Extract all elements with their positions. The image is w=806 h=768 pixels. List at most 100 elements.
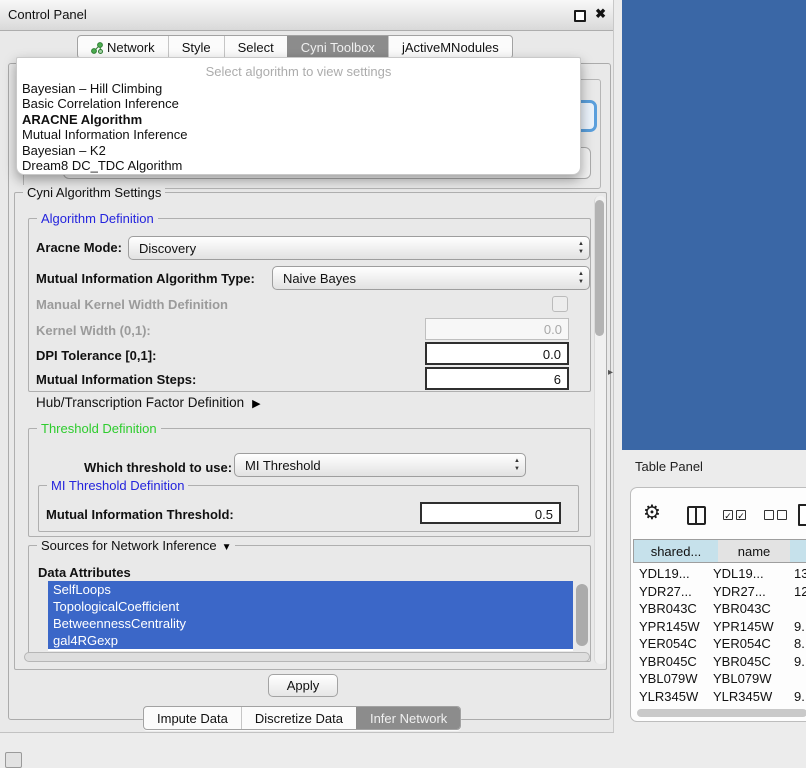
table-row[interactable]: YER054C YER054C 8. [631, 635, 806, 653]
algorithm-option[interactable]: Bayesian – K2 [17, 143, 580, 158]
hub-definition-expander[interactable]: Hub/Transcription Factor Definition ▶ [36, 395, 261, 410]
table-row[interactable]: YDR27... YDR27... 12 [631, 583, 806, 601]
kernel-width-label: Kernel Width (0,1): [36, 323, 151, 338]
table-cell: 13 [794, 566, 806, 581]
settings-hscrollbar-thumb[interactable] [24, 652, 590, 662]
which-threshold-select[interactable]: MI Threshold ▲▼ [234, 453, 526, 477]
table-cell: YER054C [639, 636, 697, 651]
data-attribute-item[interactable]: SelfLoops [48, 581, 573, 598]
panel-splitter-arrow[interactable]: ▸ [608, 367, 613, 378]
data-attribute-item[interactable]: gal4RGexp [48, 632, 573, 649]
checkbox-unchecked-icon [777, 510, 787, 520]
table-cell: YLR345W [639, 689, 698, 704]
which-threshold-label: Which threshold to use: [84, 460, 232, 475]
mi-type-label: Mutual Information Algorithm Type: [36, 271, 255, 286]
control-panel-titlebar: Control Panel ✖ [0, 0, 613, 31]
which-threshold-value: MI Threshold [245, 458, 321, 473]
table-row[interactable]: YDL19... YDL19... 13 [631, 565, 806, 583]
page-icon[interactable] [798, 504, 806, 526]
column-header-shared[interactable]: shared... [633, 539, 719, 563]
table-cell: YPR145W [639, 619, 700, 634]
table-cell: YER054C [713, 636, 771, 651]
tab-network[interactable]: Network [78, 36, 168, 58]
sources-legend[interactable]: Sources for Network Inference▼ [37, 538, 235, 553]
control-panel: Control Panel ✖ Network Style Select Cyn… [0, 0, 614, 733]
mi-steps-field[interactable]: 6 [425, 367, 569, 390]
table-panel-title: Table Panel [635, 459, 703, 474]
kernel-width-field[interactable]: 0.0 [425, 318, 569, 340]
tab-impute-data[interactable]: Impute Data [144, 707, 241, 729]
mi-type-select[interactable]: Naive Bayes ▲▼ [272, 266, 590, 290]
table-cell: 12 [794, 584, 806, 599]
algorithm-options: Bayesian – Hill ClimbingBasic Correlatio… [17, 81, 580, 173]
collapse-right-icon: ▶ [252, 397, 260, 410]
table-cell: 9. [794, 619, 805, 634]
algorithm-placeholder: Select algorithm to view settings [17, 58, 580, 81]
algorithm-dropdown-popup: Select algorithm to view settings Bayesi… [16, 57, 581, 175]
tab-infer-network[interactable]: Infer Network [356, 707, 460, 729]
table-cell: YDL19... [639, 566, 690, 581]
mi-type-value: Naive Bayes [283, 271, 356, 286]
mi-threshold-field[interactable]: 0.5 [420, 502, 561, 524]
tab-cyni-toolbox[interactable]: Cyni Toolbox [287, 36, 388, 58]
tab-jactivemnodules[interactable]: jActiveMNodules [388, 36, 512, 58]
manual-kernel-checkbox[interactable] [552, 296, 568, 312]
bottom-left-panel-icon[interactable] [5, 752, 22, 768]
algorithm-option[interactable]: Basic Correlation Inference [17, 96, 580, 111]
aracne-mode-select[interactable]: Discovery ▲▼ [128, 236, 590, 260]
attribute-list-scrollbar[interactable] [576, 584, 588, 646]
aracne-mode-value: Discovery [139, 241, 196, 256]
column-header-name[interactable]: name [718, 539, 791, 563]
table-cell: YDR27... [639, 584, 692, 599]
settings-legend: Cyni Algorithm Settings [23, 185, 165, 200]
data-attribute-item[interactable]: BetweennessCentrality [48, 615, 573, 632]
float-window-icon[interactable] [574, 10, 586, 22]
spinner-icon: ▲▼ [514, 457, 520, 473]
gear-icon[interactable]: ⚙ [643, 503, 661, 523]
table-row[interactable]: YBR045CYBR045C9. [631, 653, 806, 671]
bottom-tabs: Impute Data Discretize Data Infer Networ… [143, 706, 461, 730]
table-cell: YDR27... [713, 584, 766, 599]
checked-columns-icon[interactable]: ✓ ✓ [723, 510, 746, 520]
spinner-icon: ▲▼ [578, 270, 584, 286]
table-row[interactable]: YBL079WYBL079W [631, 670, 806, 688]
table-cell: 8. [794, 636, 805, 651]
data-attributes-label: Data Attributes [38, 565, 131, 580]
settings-scrollbar-thumb[interactable] [595, 200, 604, 336]
tab-select[interactable]: Select [224, 36, 287, 58]
checkbox-unchecked-icon [764, 510, 774, 520]
algorithm-option[interactable]: Bayesian – Hill Climbing [17, 81, 580, 96]
apply-button[interactable]: Apply [268, 674, 338, 697]
table-cell: YBR045C [639, 654, 697, 669]
control-panel-title: Control Panel [8, 7, 87, 22]
table-rows: YDL19...YDL19...13YDR27...YDR27...12YBR0… [631, 565, 806, 709]
table-cell: YDL19... [713, 566, 764, 581]
algorithm-definition-legend: Algorithm Definition [37, 211, 158, 226]
hub-definition-label: Hub/Transcription Factor Definition [36, 395, 244, 410]
close-icon[interactable]: ✖ [595, 6, 606, 22]
table-row[interactable]: YPR145WYPR145W9. [631, 618, 806, 636]
dpi-tolerance-field[interactable]: 0.0 [425, 342, 569, 365]
network-icon [91, 42, 103, 57]
mi-steps-label: Mutual Information Steps: [36, 372, 196, 387]
algorithm-option[interactable]: Mutual Information Inference [17, 127, 580, 142]
tab-discretize-data[interactable]: Discretize Data [241, 707, 356, 729]
tab-label: Network [107, 40, 155, 55]
algorithm-option[interactable]: Dream8 DC_TDC Algorithm [17, 158, 580, 173]
algorithm-option[interactable]: ARACNE Algorithm [17, 112, 580, 127]
table-hscrollbar-thumb[interactable] [637, 709, 806, 717]
table-cell: YBR043C [713, 601, 771, 616]
data-attribute-item[interactable]: TopologicalCoefficient [48, 598, 573, 615]
table-cell: YBL079W [639, 671, 698, 686]
table-row[interactable]: YLR345W YLR345W 9. [631, 688, 806, 706]
aracne-mode-label: Aracne Mode: [36, 240, 122, 255]
tab-style[interactable]: Style [168, 36, 224, 58]
threshold-definition-legend: Threshold Definition [37, 421, 161, 436]
split-columns-icon[interactable] [687, 506, 706, 525]
table-cell: YLR345W [713, 689, 772, 704]
column-header-extra[interactable] [790, 539, 806, 563]
table-cell: 9. [794, 689, 805, 704]
table-row[interactable]: YBR043CYBR043C [631, 600, 806, 618]
collapse-down-icon: ▼ [222, 542, 232, 553]
unchecked-columns-icon[interactable] [764, 510, 787, 520]
